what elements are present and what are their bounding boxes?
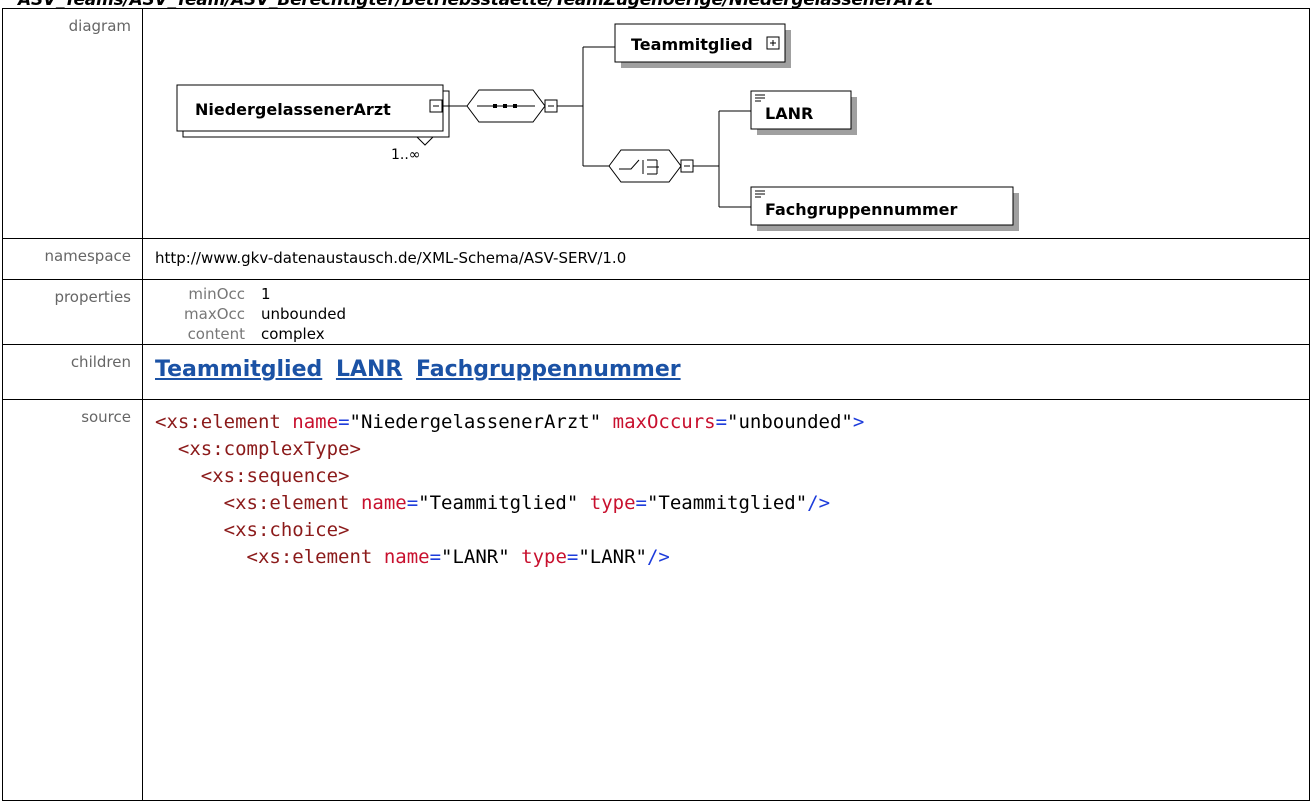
code-line-5: <xs:choice> — [223, 519, 350, 541]
schema-doc-table: diagram NiedergelassenerArzt 1..∞ Teammi… — [2, 8, 1310, 801]
children-row: children Teammitglied LANR Fachgruppennu… — [2, 344, 1310, 400]
source-row: source <xs:element name="Niedergelassene… — [2, 399, 1310, 801]
property-value: 1 — [261, 285, 271, 303]
teammitglied-name: Teammitglied — [631, 35, 753, 54]
properties-label: properties — [2, 279, 143, 345]
choice-compositor-icon — [608, 149, 682, 183]
properties-table: minOcc 1 maxOcc unbounded content comple… — [143, 280, 1309, 344]
diagram-cell: NiedergelassenerArzt 1..∞ Teammitglied L… — [142, 8, 1310, 239]
property-value: complex — [261, 325, 325, 343]
code-line-4: <xs:element name="Teammitglied" type="Te… — [223, 492, 831, 514]
child-link-lanr[interactable]: LANR — [336, 357, 402, 382]
diagram-row: diagram NiedergelassenerArzt 1..∞ Teammi… — [2, 8, 1310, 239]
sequence-dot-1 — [493, 104, 497, 108]
code-line-1: <xs:element name="NiedergelassenerArzt" … — [155, 411, 865, 433]
fachgruppe-name: Fachgruppennummer — [765, 200, 958, 219]
property-key: minOcc — [188, 285, 245, 303]
source-code: <xs:element name="NiedergelassenerArzt" … — [155, 400, 1309, 571]
property-key: maxOcc — [184, 305, 245, 323]
child-link-fachgruppennummer[interactable]: Fachgruppennummer — [416, 357, 681, 382]
source-label: source — [2, 399, 143, 801]
sequence-dot-3 — [513, 104, 517, 108]
schema-diagram: NiedergelassenerArzt 1..∞ Teammitglied L… — [176, 23, 1019, 231]
properties-row: properties minOcc 1 maxOcc unbounded con… — [2, 279, 1310, 345]
sequence-dot-2 — [503, 104, 507, 108]
code-line-6: <xs:element name="LANR" type="LANR"/> — [246, 546, 670, 568]
namespace-row: namespace http://www.gkv-datenaustausch.… — [2, 238, 1310, 280]
children-label: children — [2, 344, 143, 400]
property-row: content complex — [143, 324, 346, 344]
namespace-value: http://www.gkv-datenaustausch.de/XML-Sch… — [155, 249, 627, 267]
property-value: unbounded — [261, 305, 346, 323]
code-line-3: <xs:sequence> — [200, 465, 350, 487]
child-link-teammitglied[interactable]: Teammitglied — [155, 357, 322, 382]
root-element-name: NiedergelassenerArzt — [195, 100, 391, 119]
property-row: maxOcc unbounded — [143, 304, 346, 324]
property-row: minOcc 1 — [143, 284, 346, 304]
code-line-2: <xs:complexType> — [177, 438, 361, 460]
occurrence-chevron-icon — [416, 136, 434, 146]
namespace-label: namespace — [2, 238, 143, 280]
children-links: Teammitglied LANR Fachgruppennummer — [155, 345, 1309, 382]
root-occurrence: 1..∞ — [391, 147, 420, 163]
diagram-label: diagram — [2, 8, 143, 239]
lanr-name: LANR — [765, 104, 813, 123]
property-key: content — [187, 325, 245, 343]
